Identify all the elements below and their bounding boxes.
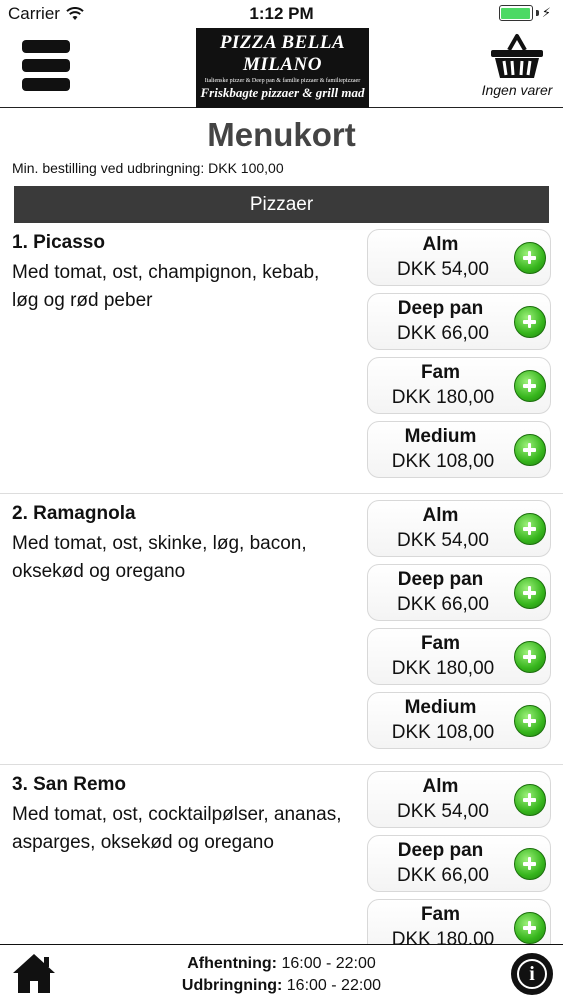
battery-icon [498, 5, 533, 21]
size-price: DKK 180,00 [391, 387, 495, 408]
size-price: DKK 108,00 [391, 722, 495, 743]
charging-icon: ⚡ [541, 5, 551, 20]
size-price: DKK 180,00 [391, 929, 495, 944]
size-price: DKK 54,00 [397, 801, 489, 822]
logo-line-4: Friskbagte pizzaer & grill mad [200, 85, 365, 100]
size-price: DKK 54,00 [397, 530, 489, 551]
logo-line-3: Italienske pizzer & Deep pan & familie p… [204, 78, 361, 84]
hamburger-menu-button[interactable] [22, 40, 70, 96]
size-name: Alm [422, 776, 459, 797]
info-button[interactable]: i [511, 953, 553, 995]
menu-item: 1. Picasso Med tomat, ost, champignon, k… [0, 223, 563, 494]
size-option-button[interactable]: Fam DKK 180,00 [367, 899, 551, 944]
size-name: Deep pan [397, 569, 484, 590]
size-option-button[interactable]: Deep pan DKK 66,00 [367, 835, 551, 892]
size-name: Fam [420, 633, 461, 654]
page-title: Menukort [207, 116, 356, 153]
add-icon[interactable] [514, 784, 546, 816]
item-description: Med tomat, ost, skinke, løg, bacon, okse… [12, 533, 307, 582]
size-name: Fam [420, 904, 461, 925]
delivery-hours: 16:00 - 22:00 [286, 977, 382, 994]
pickup-hours: 16:00 - 22:00 [281, 955, 376, 972]
add-icon[interactable] [514, 912, 546, 944]
category-header-pizzaer: Pizzaer [14, 186, 549, 223]
size-price: DKK 180,00 [391, 658, 495, 679]
add-icon[interactable] [514, 577, 546, 609]
size-option-button[interactable]: Medium DKK 108,00 [367, 692, 551, 749]
battery-indicator: ⚡ [498, 5, 551, 21]
menu-item: 3. San Remo Med tomat, ost, cocktailpøls… [0, 765, 563, 944]
basket-icon [491, 34, 543, 78]
size-option-button[interactable]: Deep pan DKK 66,00 [367, 564, 551, 621]
app-header: PIZZA BELLA MILANO Italienske pizzer & D… [0, 28, 563, 108]
size-option-button[interactable]: Fam DKK 180,00 [367, 357, 551, 414]
add-icon[interactable] [514, 513, 546, 545]
size-name: Fam [420, 362, 461, 383]
size-option-button[interactable]: Fam DKK 180,00 [367, 628, 551, 685]
bottom-bar: Afhentning: 16:00 - 22:00 Udbringning: 1… [0, 944, 563, 1000]
status-time: 1:12 PM [249, 4, 314, 23]
item-name: 2. Ramagnola [12, 503, 136, 524]
add-icon[interactable] [514, 306, 546, 338]
size-price: DKK 66,00 [397, 594, 489, 615]
size-name: Deep pan [397, 840, 484, 861]
menu-item: 2. Ramagnola Med tomat, ost, skinke, løg… [0, 494, 563, 765]
info-icon: i [517, 959, 547, 989]
add-icon[interactable] [514, 434, 546, 466]
opening-hours: Afhentning: 16:00 - 22:00 Udbringning: 1… [0, 953, 563, 997]
size-name: Alm [422, 234, 459, 255]
menu-list[interactable]: 1. Picasso Med tomat, ost, champignon, k… [0, 223, 563, 944]
basket-label: Ingen varer [481, 82, 553, 98]
min-order-text: Min. bestilling ved udbringning: DKK 100… [12, 160, 284, 176]
size-options: Alm DKK 54,00 Deep pan DKK 66,00 Fam DKK… [367, 771, 551, 944]
size-option-button[interactable]: Deep pan DKK 66,00 [367, 293, 551, 350]
item-name: 3. San Remo [12, 774, 127, 795]
size-price: DKK 66,00 [397, 865, 489, 886]
item-description: Med tomat, ost, champignon, kebab, løg o… [12, 262, 320, 311]
size-name: Alm [422, 505, 459, 526]
size-price: DKK 108,00 [391, 451, 495, 472]
add-icon[interactable] [514, 705, 546, 737]
add-icon[interactable] [514, 370, 546, 402]
pickup-label: Afhentning: [187, 955, 277, 972]
size-price: DKK 54,00 [397, 259, 489, 280]
size-price: DKK 66,00 [397, 323, 489, 344]
add-icon[interactable] [514, 848, 546, 880]
restaurant-logo: PIZZA BELLA MILANO Italienske pizzer & D… [196, 28, 369, 108]
size-name: Deep pan [397, 298, 484, 319]
logo-line-1: PIZZA BELLA [219, 32, 346, 53]
size-name: Medium [404, 697, 477, 718]
size-option-button[interactable]: Medium DKK 108,00 [367, 421, 551, 478]
delivery-label: Udbringning: [181, 977, 283, 994]
size-option-button[interactable]: Alm DKK 54,00 [367, 229, 551, 286]
basket-button[interactable]: Ingen varer [477, 32, 557, 98]
size-option-button[interactable]: Alm DKK 54,00 [367, 500, 551, 557]
menu-icon [22, 40, 70, 53]
size-name: Medium [404, 426, 477, 447]
size-option-button[interactable]: Alm DKK 54,00 [367, 771, 551, 828]
status-bar: Carrier 1:12 PM ⚡ [0, 0, 563, 28]
size-options: Alm DKK 54,00 Deep pan DKK 66,00 Fam DKK… [367, 500, 551, 756]
size-options: Alm DKK 54,00 Deep pan DKK 66,00 Fam DKK… [367, 229, 551, 485]
add-icon[interactable] [514, 641, 546, 673]
item-name: 1. Picasso [12, 232, 105, 253]
add-icon[interactable] [514, 242, 546, 274]
item-description: Med tomat, ost, cocktailpølser, ananas, … [12, 804, 342, 853]
logo-line-2: MILANO [242, 54, 322, 75]
